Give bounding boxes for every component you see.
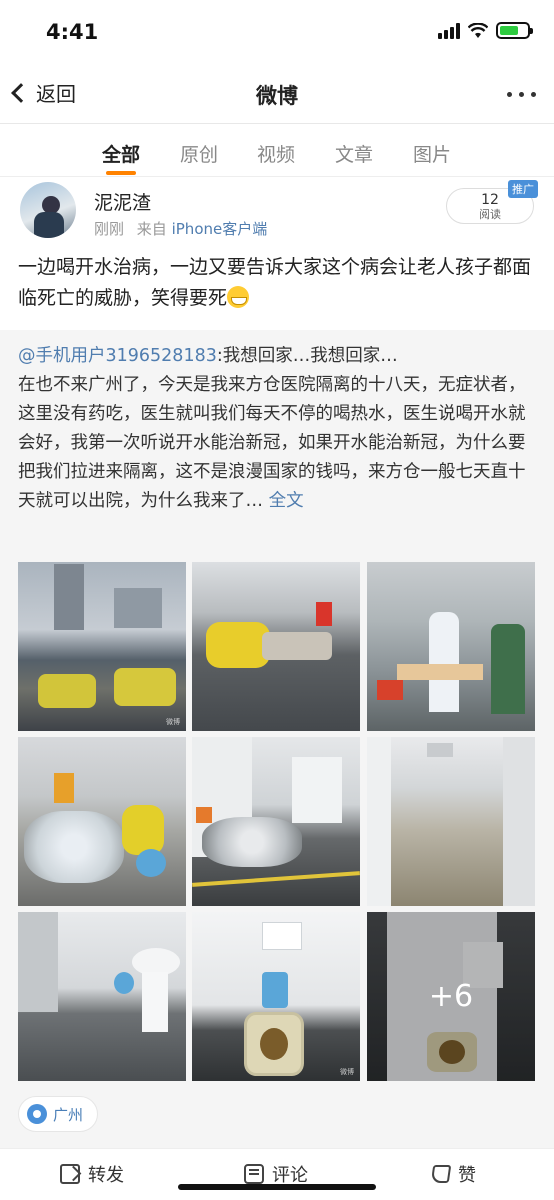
more-options-icon[interactable] xyxy=(507,92,536,97)
image-thumbnail[interactable] xyxy=(192,562,360,731)
repost-text: @手机用户3196528183:我想回家…我想回家… 在也不来广州了，今天是我来… xyxy=(18,342,540,516)
signal-icon xyxy=(438,22,460,39)
post-time: 刚刚 xyxy=(94,220,125,238)
tab-all[interactable]: 全部 xyxy=(102,140,140,167)
image-thumbnail[interactable]: +6 xyxy=(367,912,535,1081)
status-bar: 4:41 xyxy=(0,0,554,60)
tab-video[interactable]: 视频 xyxy=(257,140,295,167)
promo-tag: 推广 xyxy=(508,180,538,198)
tab-images[interactable]: 图片 xyxy=(413,140,451,167)
avatar[interactable] xyxy=(20,182,76,238)
image-thumbnail[interactable]: 微博 xyxy=(18,562,186,731)
post-meta: 刚刚 来自 iPhone客户端 xyxy=(94,218,267,239)
image-thumbnail[interactable] xyxy=(18,912,186,1081)
forward-label: 转发 xyxy=(88,1165,124,1186)
image-thumbnail[interactable] xyxy=(18,737,186,906)
source-prefix: 来自 xyxy=(136,220,167,238)
mention-link[interactable]: @手机用户3196528183 xyxy=(18,346,217,366)
forward-icon xyxy=(60,1164,80,1184)
location-text: 广州 xyxy=(53,1105,84,1124)
battery-icon xyxy=(496,22,533,39)
thumbs-up-icon xyxy=(430,1165,452,1183)
full-text-link[interactable]: 全文 xyxy=(269,491,304,511)
post-text: 一边喝开水治病，一边又要告诉大家这个病会让老人孩子都面临死亡的威胁，笑得要死 xyxy=(18,252,538,314)
tab-bar: 全部 原创 视频 文章 图片 xyxy=(0,125,554,177)
tab-original[interactable]: 原创 xyxy=(180,140,218,167)
wifi-icon xyxy=(468,22,488,38)
tab-article[interactable]: 文章 xyxy=(335,140,373,167)
like-button[interactable]: 赞 xyxy=(430,1161,476,1187)
source-client[interactable]: iPhone客户端 xyxy=(172,220,268,238)
nav-bar: 返回 微博 xyxy=(0,62,554,124)
page-title: 微博 xyxy=(256,84,298,108)
comment-icon xyxy=(244,1164,264,1184)
read-label: 阅读 xyxy=(479,208,501,221)
status-icons xyxy=(438,22,533,39)
username[interactable]: 泥泥渣 xyxy=(94,188,151,215)
like-label: 赞 xyxy=(458,1165,476,1186)
location-tag[interactable]: 广州 xyxy=(18,1096,99,1132)
repost-first-line: :我想回家…我想回家… xyxy=(216,346,398,366)
repost-block[interactable]: @手机用户3196528183:我想回家…我想回家… 在也不来广州了，今天是我来… xyxy=(0,330,554,1150)
status-time: 4:41 xyxy=(46,20,99,44)
image-thumbnail[interactable] xyxy=(367,562,535,731)
location-pin-icon xyxy=(27,1104,47,1124)
grin-emoji-icon xyxy=(227,286,250,308)
home-indicator xyxy=(178,1184,376,1190)
tab-active-indicator xyxy=(106,171,136,175)
forward-button[interactable]: 转发 xyxy=(60,1161,124,1187)
image-thumbnail[interactable]: 微博 xyxy=(192,912,360,1081)
more-images-overlay[interactable]: +6 xyxy=(367,912,535,1081)
image-thumbnail[interactable] xyxy=(367,737,535,906)
post-body: 一边喝开水治病，一边又要告诉大家这个病会让老人孩子都面临死亡的威胁，笑得要死 xyxy=(18,256,532,309)
image-thumbnail[interactable] xyxy=(192,737,360,906)
action-bar: 转发 评论 赞 xyxy=(0,1148,554,1200)
